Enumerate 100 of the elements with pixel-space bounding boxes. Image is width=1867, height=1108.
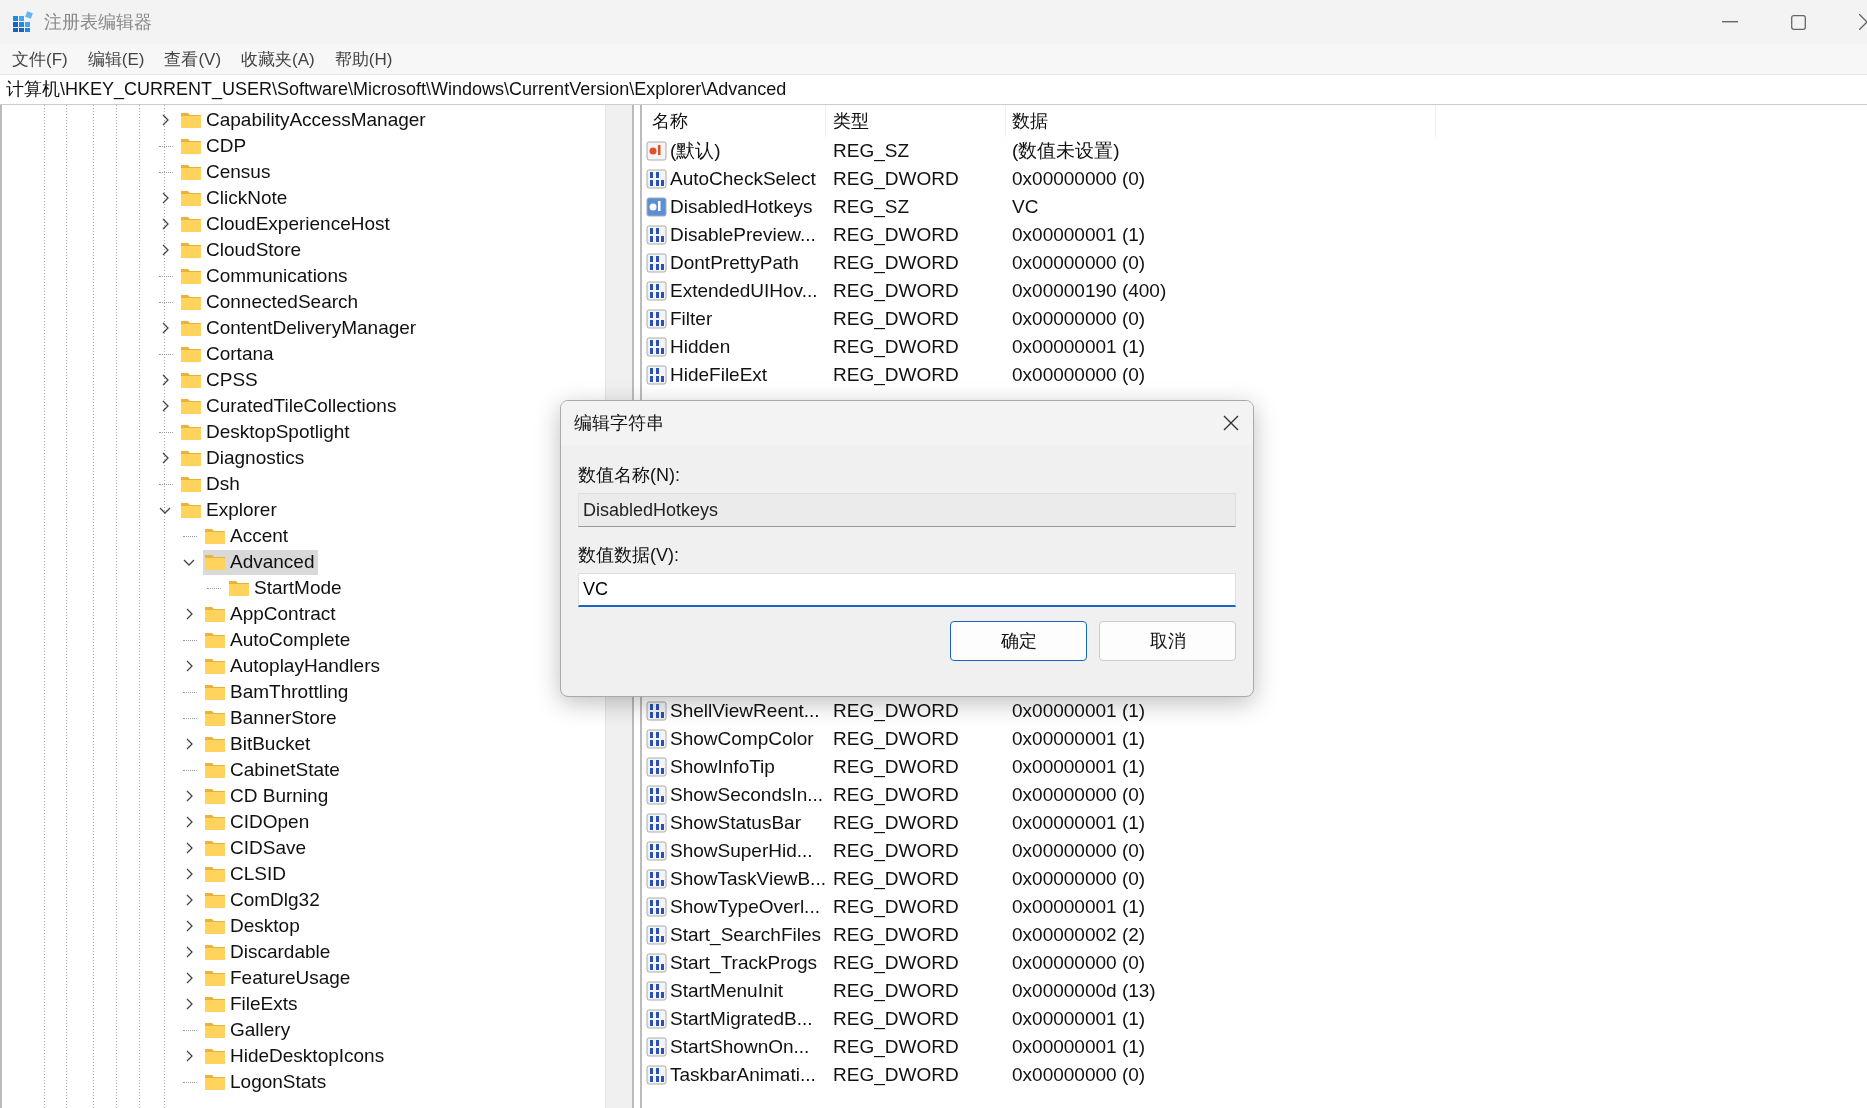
tree-item[interactable]: Advanced bbox=[203, 549, 318, 575]
value-name[interactable]: ShowStatusBar bbox=[670, 812, 801, 834]
value-data: 0x00000001 (1) bbox=[1011, 756, 1147, 778]
value-type: REG_DWORD bbox=[832, 980, 960, 1002]
value-data: VC bbox=[1011, 196, 1040, 218]
tree-item[interactable]: Cortana bbox=[179, 341, 277, 367]
tree-item[interactable]: BamThrottling bbox=[203, 679, 352, 705]
cancel-button[interactable]: 取消 bbox=[1099, 621, 1236, 661]
tree-item[interactable]: AutoComplete bbox=[203, 627, 354, 653]
tree-item[interactable]: CIDSave bbox=[203, 835, 310, 861]
value-name[interactable]: StartMigratedB... bbox=[670, 1008, 813, 1030]
tree-item[interactable]: FeatureUsage bbox=[203, 965, 354, 991]
value-name[interactable]: StartShownOn... bbox=[670, 1036, 810, 1058]
value-data: 0x0000000d (13) bbox=[1011, 980, 1157, 1002]
column-header[interactable]: 类型 bbox=[826, 105, 1006, 137]
tree-item[interactable]: Explorer bbox=[179, 497, 280, 523]
value-name[interactable]: HideFileExt bbox=[670, 364, 768, 386]
value-name[interactable]: Filter bbox=[670, 308, 713, 330]
tree-item[interactable]: CD Burning bbox=[203, 783, 332, 809]
value-name[interactable]: Start_TrackProgs bbox=[670, 952, 818, 974]
tree-item[interactable]: CabinetState bbox=[203, 757, 343, 783]
tree-item[interactable]: ConnectedSearch bbox=[179, 289, 362, 315]
column-header[interactable]: 数据 bbox=[1006, 105, 1436, 137]
tree-item[interactable]: DesktopSpotlight bbox=[179, 419, 353, 445]
field-label: 数值数据(V): bbox=[578, 544, 680, 567]
value-data: 0x00000001 (1) bbox=[1011, 224, 1147, 246]
tree-item[interactable]: CPSS bbox=[179, 367, 261, 393]
value-name[interactable]: ShowTaskViewB... bbox=[670, 868, 826, 890]
value-name[interactable]: ShowTypeOverl... bbox=[670, 896, 820, 918]
tree-item[interactable]: ClickNote bbox=[179, 185, 291, 211]
value-name[interactable]: DisablePreview... bbox=[670, 224, 816, 246]
tree-item[interactable]: Gallery bbox=[203, 1017, 294, 1043]
tree-item[interactable]: BannerStore bbox=[203, 705, 340, 731]
column-header[interactable]: 名称 bbox=[646, 105, 826, 137]
folder-icon bbox=[204, 735, 226, 753]
tree-item[interactable]: CIDOpen bbox=[203, 809, 313, 835]
tree-item[interactable]: CDP bbox=[179, 133, 250, 159]
menu-item[interactable]: 查看(V) bbox=[164, 47, 222, 71]
value-name-field[interactable]: DisabledHotkeys bbox=[578, 493, 1236, 527]
value-type: REG_DWORD bbox=[832, 756, 960, 778]
minimize-icon[interactable] bbox=[1722, 21, 1738, 23]
tree-item[interactable]: AppContract bbox=[203, 601, 339, 627]
tree-item[interactable]: HideDesktopIcons bbox=[203, 1043, 388, 1069]
value-name[interactable]: ShowSuperHid... bbox=[670, 840, 813, 862]
value-name[interactable]: DontPrettyPath bbox=[670, 252, 799, 274]
value-name[interactable]: DisabledHotkeys bbox=[670, 196, 813, 218]
folder-icon bbox=[180, 319, 202, 337]
tree-item[interactable]: Accent bbox=[203, 523, 292, 549]
tree-item[interactable]: Communications bbox=[179, 263, 351, 289]
tree-item[interactable]: BitBucket bbox=[203, 731, 314, 757]
tree-item[interactable]: CapabilityAccessManager bbox=[179, 107, 429, 133]
value-type: REG_DWORD bbox=[832, 952, 960, 974]
close-icon[interactable] bbox=[1859, 14, 1867, 30]
value-name[interactable]: Hidden bbox=[670, 336, 731, 358]
close-icon[interactable] bbox=[1223, 415, 1239, 431]
value-name[interactable]: ShowInfoTip bbox=[670, 756, 775, 778]
value-name[interactable]: ShowCompColor bbox=[670, 728, 814, 750]
value-name[interactable]: ShellViewReent... bbox=[670, 700, 820, 722]
tree-item[interactable]: AutoplayHandlers bbox=[203, 653, 383, 679]
value-data: 0x00000001 (1) bbox=[1011, 700, 1147, 722]
ok-button[interactable]: 确定 bbox=[950, 621, 1087, 661]
tree-item[interactable]: CLSID bbox=[203, 861, 289, 887]
dialog-title: 编辑字符串 bbox=[574, 412, 664, 435]
value-name[interactable]: AutoCheckSelect bbox=[670, 168, 816, 190]
tree-item[interactable]: CloudExperienceHost bbox=[179, 211, 393, 237]
tree-item[interactable]: CuratedTileCollections bbox=[179, 393, 400, 419]
folder-icon bbox=[204, 657, 226, 675]
tree-item[interactable]: Desktop bbox=[203, 913, 303, 939]
tree-item[interactable]: ContentDeliveryManager bbox=[179, 315, 420, 341]
value-name[interactable]: ShowSecondsIn... bbox=[670, 784, 824, 806]
menu-item[interactable]: 文件(F) bbox=[12, 47, 68, 71]
folder-icon bbox=[180, 189, 202, 207]
menu-item[interactable]: 编辑(E) bbox=[87, 47, 145, 71]
value-data-field[interactable]: VC bbox=[578, 573, 1236, 607]
tree-item[interactable]: Census bbox=[179, 159, 274, 185]
value-name[interactable]: ExtendedUIHov... bbox=[670, 280, 818, 302]
value-name[interactable]: Start_SearchFiles bbox=[670, 924, 821, 946]
value-data: 0x00000001 (1) bbox=[1011, 896, 1147, 918]
value-type: REG_DWORD bbox=[832, 1064, 960, 1086]
tree-item[interactable]: ComDlg32 bbox=[203, 887, 323, 913]
maximize-icon[interactable] bbox=[1791, 14, 1806, 30]
value-data: 0x00000001 (1) bbox=[1011, 336, 1147, 358]
tree-item[interactable]: Diagnostics bbox=[179, 445, 308, 471]
folder-icon bbox=[204, 1047, 226, 1065]
menu-item[interactable]: 收藏夹(A) bbox=[241, 47, 315, 71]
address-bar[interactable]: 计算机\HKEY_CURRENT_USER\Software\Microsoft\Windows\CurrentVersion\Explorer\Advanced bbox=[0, 75, 1867, 105]
menu-item[interactable]: 帮助(H) bbox=[334, 47, 393, 71]
tree-item[interactable]: LogonStats bbox=[203, 1069, 330, 1095]
tree-item[interactable]: CloudStore bbox=[179, 237, 305, 263]
folder-icon bbox=[228, 579, 250, 597]
value-name[interactable]: StartMenuInit bbox=[670, 980, 783, 1002]
tree-item[interactable]: FileExts bbox=[203, 991, 301, 1017]
value-name[interactable]: TaskbarAnimati... bbox=[670, 1064, 816, 1086]
value-data: 0x00000000 (0) bbox=[1011, 1064, 1147, 1086]
value-data: 0x00000000 (0) bbox=[1011, 784, 1147, 806]
value-name[interactable]: (默认) bbox=[670, 138, 721, 164]
folder-icon bbox=[204, 943, 226, 961]
tree-item[interactable]: Discardable bbox=[203, 939, 334, 965]
tree-item[interactable]: Dsh bbox=[179, 471, 243, 497]
tree-item[interactable]: StartMode bbox=[227, 575, 345, 601]
